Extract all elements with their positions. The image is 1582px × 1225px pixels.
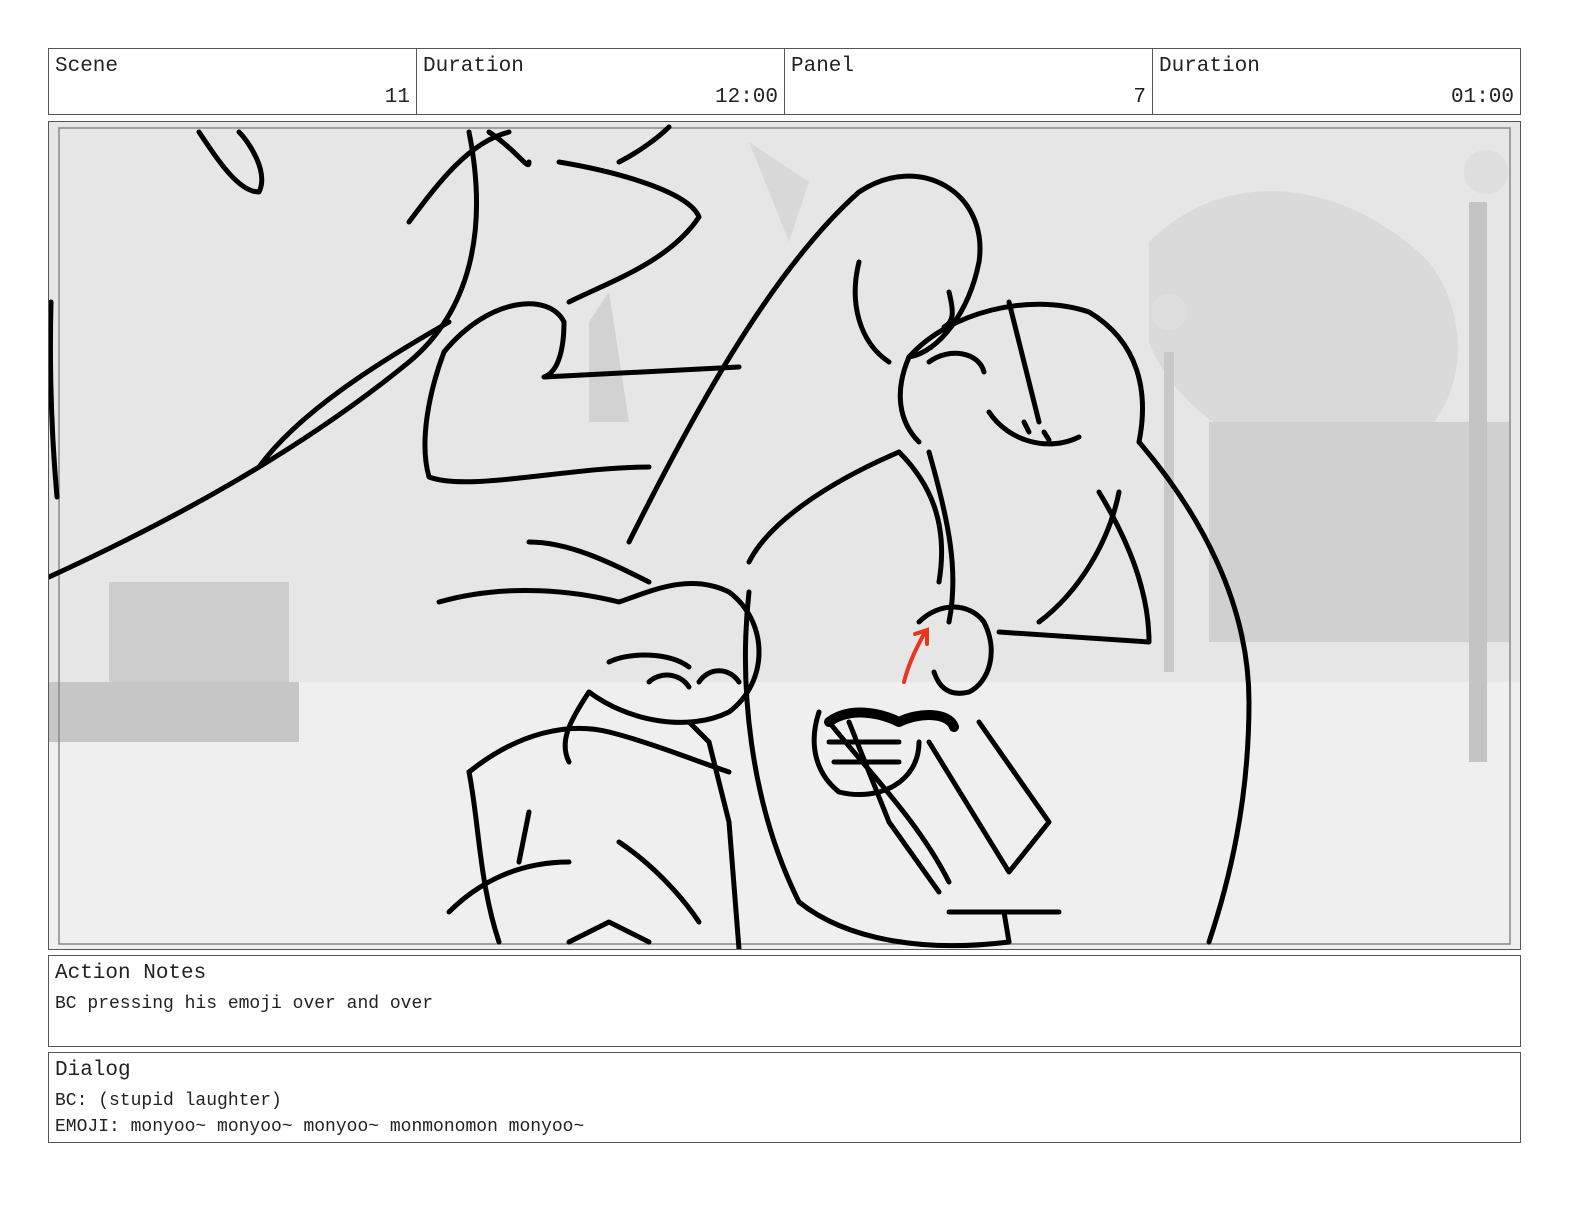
panel-cell: Panel 7 bbox=[785, 49, 1153, 114]
scene-cell: Scene 11 bbox=[49, 49, 417, 114]
scene-value: 11 bbox=[384, 86, 410, 109]
panel-duration-cell: Duration 01:00 bbox=[1153, 49, 1520, 114]
storyboard-frame bbox=[48, 121, 1521, 950]
panel-label: Panel bbox=[791, 55, 855, 78]
dialog-box: Dialog BC: (stupid laughter) EMOJI: mony… bbox=[48, 1052, 1521, 1143]
panel-duration-value: 01:00 bbox=[1450, 86, 1514, 109]
panel-header: Scene 11 Duration 12:00 Panel 7 Duration… bbox=[48, 48, 1521, 115]
action-notes-title: Action Notes bbox=[55, 962, 207, 985]
action-notes-box: Action Notes BC pressing his emoji over … bbox=[48, 955, 1521, 1047]
panel-value: 7 bbox=[1133, 86, 1146, 109]
scene-duration-value: 12:00 bbox=[714, 86, 778, 109]
scene-label: Scene bbox=[55, 55, 119, 78]
scene-duration-cell: Duration 12:00 bbox=[417, 49, 785, 114]
dialog-line: EMOJI: monyoo~ monyoo~ monyoo~ monmonomo… bbox=[55, 1117, 585, 1137]
scene-duration-label: Duration bbox=[423, 55, 524, 78]
action-notes-text: BC pressing his emoji over and over bbox=[55, 994, 434, 1014]
storyboard-sketch bbox=[49, 122, 1520, 949]
dialog-title: Dialog bbox=[55, 1059, 131, 1082]
dialog-line: BC: (stupid laughter) bbox=[55, 1091, 282, 1111]
panel-duration-label: Duration bbox=[1159, 55, 1260, 78]
